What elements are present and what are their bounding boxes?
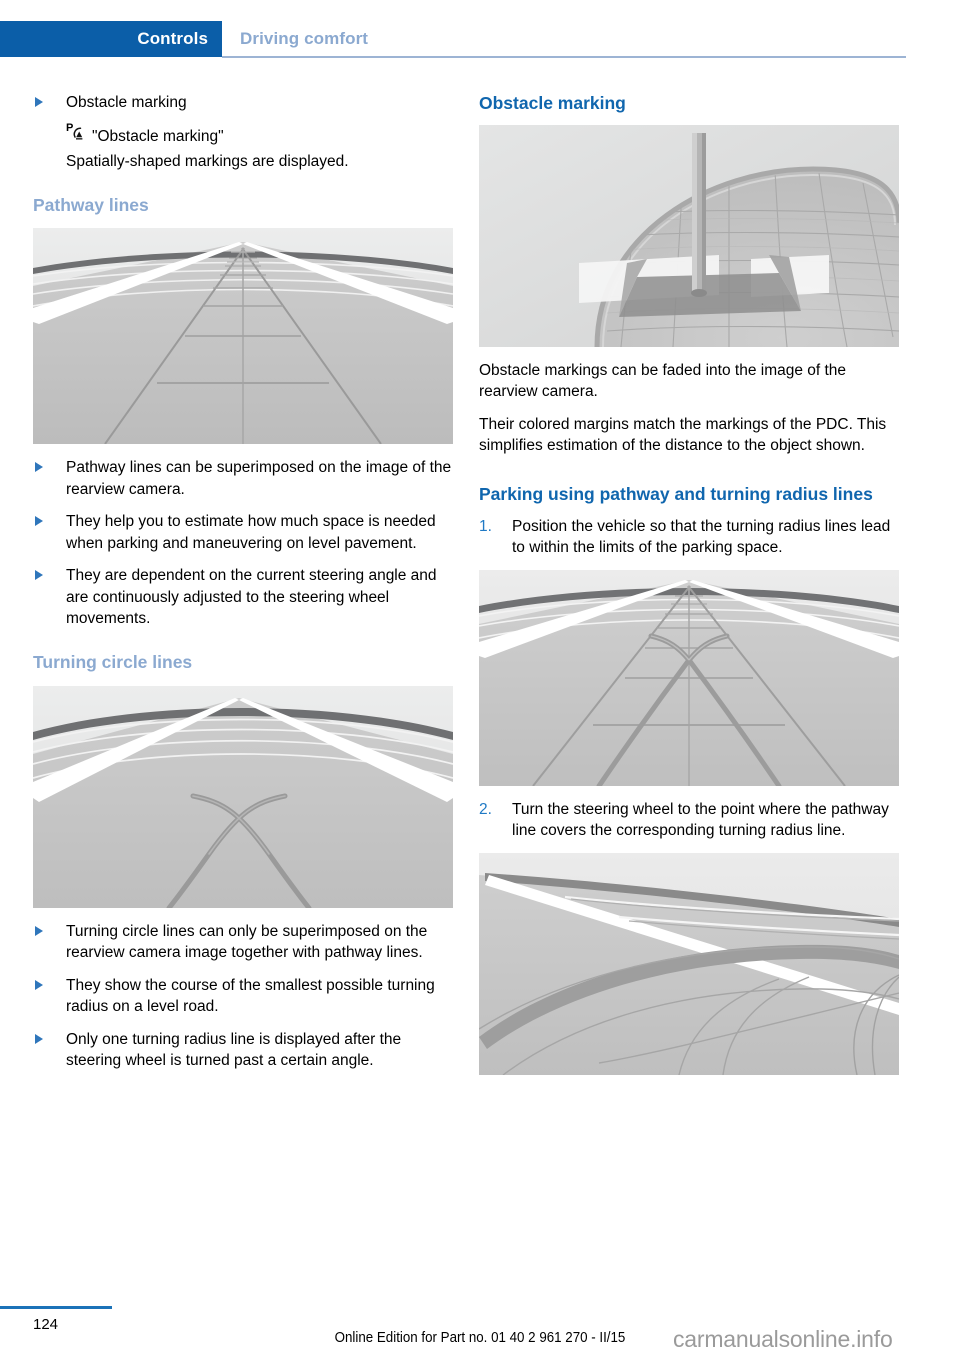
step-number: 1. xyxy=(479,517,492,535)
figure-turning-circle-lines xyxy=(33,685,453,908)
triangle-bullet-icon xyxy=(35,97,43,107)
triangle-bullet-icon xyxy=(35,925,43,936)
menu-path-line: P "Obstacle marking" xyxy=(33,122,453,148)
list-item-label: Pathway lines can be superimposed on the… xyxy=(66,459,452,498)
tab-controls-label: Controls xyxy=(137,29,208,48)
figure-step1-pathway-turning xyxy=(479,569,899,786)
tab-controls[interactable]: Controls xyxy=(0,21,222,57)
list-item-label: They are dependent on the current steeri… xyxy=(66,567,437,628)
step-text: Turn the steering wheel to the point whe… xyxy=(512,800,889,840)
step-number: 2. xyxy=(479,800,492,818)
list-item: Turning circle lines can only be superim… xyxy=(33,921,453,964)
list-item-label: Obstacle marking xyxy=(66,94,187,111)
list-item: They help you to estimate how much space… xyxy=(33,511,453,554)
list-item: They are dependent on the current steeri… xyxy=(33,565,453,630)
pathway-lines-bullet-list: Pathway lines can be superimposed on the… xyxy=(33,457,453,630)
figure-obstacle-marking xyxy=(479,124,899,347)
parking-steps-list: 1. Position the vehicle so that the turn… xyxy=(479,516,899,559)
list-item: Only one turning radius line is displaye… xyxy=(33,1029,453,1072)
header-divider xyxy=(222,56,906,58)
obstacle-marking-bullet-list: Obstacle marking xyxy=(33,92,453,114)
list-item-label: Turning circle lines can only be superim… xyxy=(66,922,428,962)
step-text: Position the vehicle so that the turning… xyxy=(512,517,891,557)
pdc-icon: P xyxy=(66,122,85,141)
turning-circle-bullet-list: Turning circle lines can only be superim… xyxy=(33,921,453,1072)
list-item: 1. Position the vehicle so that the turn… xyxy=(479,516,899,559)
heading-parking-using-lines: Parking using pathway and turning radius… xyxy=(479,483,873,504)
list-item-label: They help you to estimate how much space… xyxy=(66,513,436,552)
list-item: They show the course of the smallest pos… xyxy=(33,975,453,1018)
list-item: 2. Turn the steering wheel to the point … xyxy=(479,799,899,842)
tab-driving-comfort[interactable]: Driving comfort xyxy=(240,21,368,57)
parking-steps-list-2: 2. Turn the steering wheel to the point … xyxy=(479,799,899,842)
menu-item-label: "Obstacle marking" xyxy=(92,127,224,145)
triangle-bullet-icon xyxy=(35,516,43,527)
right-column: Obstacle marking Obstacle markings can b… xyxy=(479,92,899,1088)
watermark: carmanualsonline.info xyxy=(673,1326,893,1352)
heading-pathway-lines: Pathway lines xyxy=(33,194,149,215)
heading-turning-circle-lines: Turning circle lines xyxy=(33,651,193,672)
heading-obstacle-marking: Obstacle marking xyxy=(479,93,626,113)
figure-pathway-lines xyxy=(33,228,453,445)
obstacle-paragraph-1: Obstacle markings can be faded into the … xyxy=(479,361,847,401)
menu-description: Spatially-shaped markings are displayed. xyxy=(33,151,453,173)
obstacle-paragraph-2: Their colored margins match the markings… xyxy=(479,415,887,455)
menu-description-text: Spatially-shaped markings are displayed. xyxy=(66,153,349,170)
page-header: Controls Driving comfort xyxy=(0,21,960,57)
list-item: Obstacle marking xyxy=(33,92,453,114)
list-item-label: They show the course of the smallest pos… xyxy=(66,976,435,1016)
list-item: Pathway lines can be superimposed on the… xyxy=(33,457,453,500)
figure-step2-line-covered xyxy=(479,852,899,1075)
triangle-bullet-icon xyxy=(35,1033,43,1044)
tab-driving-comfort-label: Driving comfort xyxy=(240,29,369,48)
triangle-bullet-icon xyxy=(35,570,43,581)
triangle-bullet-icon xyxy=(35,979,43,990)
list-item-label: Only one turning radius line is displaye… xyxy=(66,1030,402,1070)
footer-divider xyxy=(0,1306,112,1309)
left-column: Obstacle marking P "Obstacle marking" Sp… xyxy=(33,92,453,1083)
triangle-bullet-icon xyxy=(35,462,43,473)
